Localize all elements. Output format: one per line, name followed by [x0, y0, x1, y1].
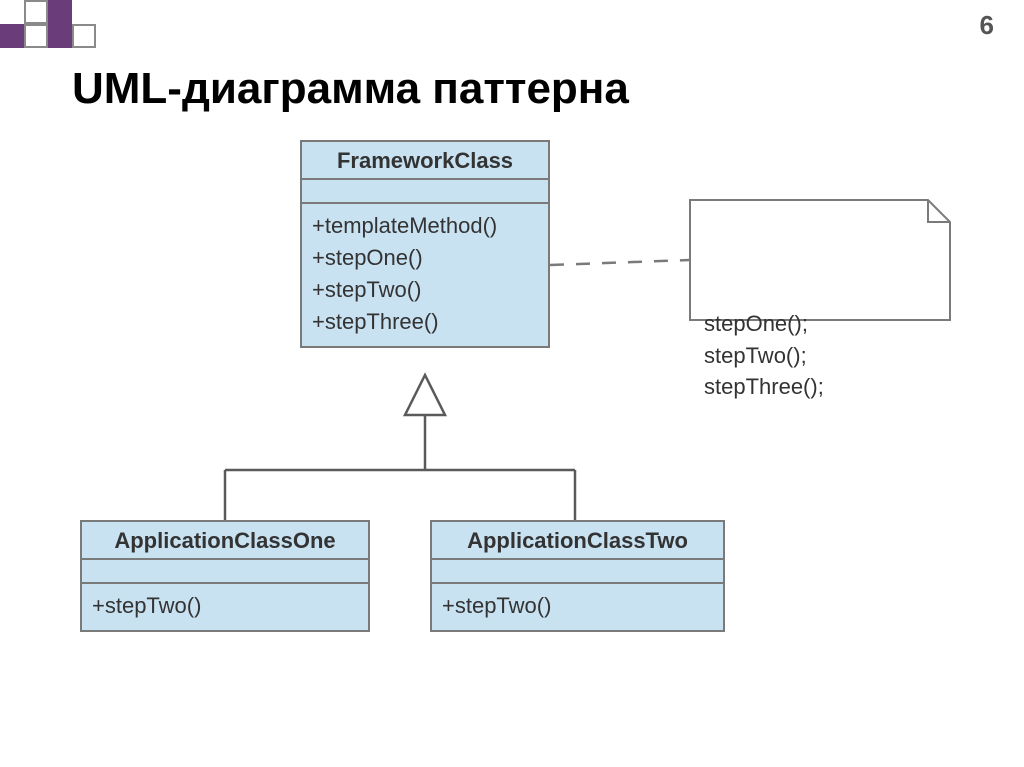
connectors [70, 130, 970, 710]
dependency-line [550, 260, 690, 265]
slide-title: UML-диаграмма паттерна [72, 64, 629, 114]
uml-diagram: FrameworkClass +templateMethod() +stepOn… [70, 130, 970, 710]
generalization-arrowhead [405, 375, 445, 415]
page-number: 6 [980, 10, 994, 41]
